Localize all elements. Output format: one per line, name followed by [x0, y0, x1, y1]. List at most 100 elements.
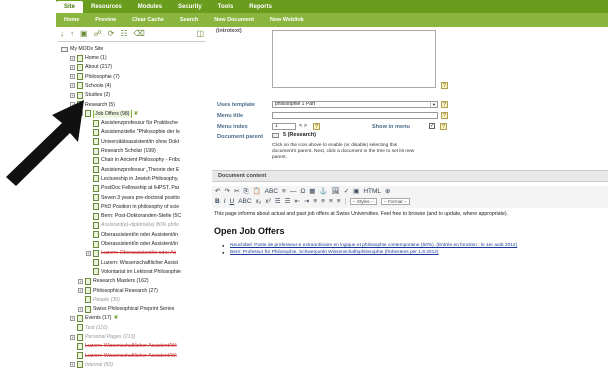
editor-button[interactable]: ≡ [282, 188, 286, 196]
tree-item[interactable]: Seven 3 years pre-doctoral positio [86, 194, 180, 202]
introtext-help-icon[interactable]: ? [441, 82, 448, 89]
job-link-neuchatel[interactable]: Neuchâtel: Poste de professeur-e extraor… [222, 242, 517, 249]
editor-button[interactable]: HTML [363, 188, 381, 196]
format-button[interactable]: ☰ [275, 198, 281, 206]
purge-trash-icon[interactable]: ⌫ [134, 30, 145, 38]
format-button[interactable]: ≡ [313, 198, 317, 206]
expand-node-icon[interactable]: + [78, 288, 83, 293]
sort-tree-icon[interactable]: ☷ [120, 30, 127, 38]
menu-title-help-icon[interactable]: ? [441, 112, 448, 119]
job-link-bern[interactable]: Bern: Professur für Philosophie, Schwerp… [222, 249, 517, 256]
tree-item[interactable]: -Job Offers (98)❦ [78, 109, 139, 118]
expand-node-icon[interactable]: + [70, 83, 75, 89]
menu-title-input[interactable] [272, 112, 438, 119]
tab-reports[interactable]: Reports [241, 1, 280, 13]
tree-item[interactable]: Assistenzstelle "Philosophie der le [86, 128, 180, 136]
tree-item[interactable]: Oberassistent/in oder Assistent/in [86, 231, 178, 239]
tree-item[interactable]: Luzern: Wissenschaftlicher Assistent/Wi [70, 342, 177, 350]
tree-item[interactable]: People (30) [78, 296, 120, 304]
expand-node-icon[interactable]: + [70, 92, 75, 98]
format-button[interactable]: B [215, 198, 220, 206]
subnav-home[interactable]: Home [56, 17, 87, 23]
editor-button[interactable]: ▦ [309, 188, 315, 196]
tree-item[interactable]: + About (217) [70, 63, 112, 71]
tab-site[interactable]: Site [56, 1, 84, 13]
format-select[interactable]: -- Format -- [380, 198, 410, 205]
tree-item[interactable]: Bern: Post-Doktoranden-Stelle (5C [86, 212, 181, 220]
expand-node-icon[interactable]: + [70, 334, 75, 340]
tree-item[interactable]: Test (116) [70, 324, 108, 332]
format-button[interactable]: ≡ [337, 198, 341, 206]
new-folder-icon[interactable]: ▣ [80, 30, 88, 38]
hide-tree-icon[interactable]: ◫ [196, 30, 204, 38]
show-in-menu-checkbox[interactable]: ✓ [429, 123, 435, 129]
template-select[interactable]: philosophie 1 Part ▼ [272, 101, 438, 108]
expand-node-icon[interactable]: + [78, 306, 83, 312]
editor-button[interactable]: ✂ [234, 188, 239, 196]
expand-node-icon[interactable]: + [70, 74, 75, 80]
format-button[interactable]: ⇤ [294, 198, 299, 206]
subnav-clear-cache[interactable]: Clear Cache [124, 17, 172, 23]
format-button[interactable]: ≡ [329, 198, 333, 206]
tree-item[interactable]: + Studies (2) [70, 91, 110, 99]
format-button[interactable]: ☰ [285, 198, 291, 206]
editor-button[interactable]: ABC [265, 188, 278, 196]
new-weblink-icon[interactable]: ☍ [94, 30, 102, 38]
tree-item[interactable]: Assistant(e)-diplômé(e) 80% philo [86, 221, 179, 229]
tab-resources[interactable]: Resources [83, 1, 130, 13]
subnav-search[interactable]: Search [172, 17, 206, 23]
format-button[interactable]: ABC [238, 198, 251, 206]
editor-button[interactable]: ⚓ [319, 188, 327, 196]
expand-node-icon[interactable]: + [70, 55, 75, 61]
format-button[interactable]: I [224, 198, 226, 206]
tree-item[interactable]: Research Scholar (199) [86, 147, 156, 155]
editor-button[interactable]: ⊕ [385, 188, 390, 196]
refresh-tree-icon[interactable]: ⟳ [108, 30, 115, 38]
editor-button[interactable]: 🖼 [331, 188, 339, 196]
expand-node-icon[interactable]: + [70, 315, 75, 321]
subnav-new-document[interactable]: New Document [206, 17, 262, 23]
tree-item[interactable]: + Home (1) [70, 54, 107, 62]
tree-item[interactable]: + Events (17) ❦ [70, 314, 119, 322]
format-button[interactable]: x₂ [256, 198, 262, 206]
tree-item[interactable]: PhD Position in philosophy of scie [86, 203, 179, 211]
editor-button[interactable]: ↶ [215, 188, 220, 196]
tree-item[interactable]: Luzern: Wissenschaftlicher Assist [86, 259, 178, 267]
editor-button[interactable]: ✓ [344, 188, 349, 196]
menu-index-arrows[interactable]: < > [299, 123, 307, 129]
styles-select[interactable]: -- Styles -- [349, 198, 377, 205]
expand-node-icon[interactable]: + [86, 250, 91, 256]
editor-button[interactable]: Ω [300, 188, 305, 196]
tree-item[interactable]: + Schools (4) [70, 82, 111, 90]
tree-item[interactable]: Volontariat im Lektorat Philosophie [86, 268, 181, 276]
format-button[interactable]: ≡ [321, 198, 325, 206]
subnav-new-weblink[interactable]: New Weblink [262, 17, 312, 23]
editor-button[interactable]: ▣ [353, 188, 359, 196]
tree-item[interactable]: Assistenzprofessur „Theorie der E [86, 166, 179, 174]
tree-item[interactable]: + Philosophical Research (27) [78, 287, 158, 295]
format-button[interactable]: x² [265, 198, 270, 206]
tree-item[interactable]: Oberassistent/in oder Assistent/in [86, 240, 178, 248]
tree-item[interactable]: + Internal (50) [70, 361, 113, 369]
tab-tools[interactable]: Tools [210, 1, 242, 13]
format-button[interactable]: U [230, 198, 235, 206]
tab-modules[interactable]: Modules [130, 1, 170, 13]
editor-button[interactable]: ⎘ [243, 188, 248, 196]
tab-security[interactable]: Security [170, 1, 210, 13]
editor-button[interactable]: ↷ [224, 188, 229, 196]
tree-item[interactable]: + Luzern: Oberassistent/in oder As [86, 249, 176, 257]
menu-index-input[interactable]: 1 [272, 123, 296, 130]
tree-item[interactable]: + Swiss Philosophical Preprint Series [78, 305, 174, 313]
expand-tree-icon[interactable]: ↓ [60, 30, 64, 38]
editor-button[interactable]: — [290, 188, 297, 196]
editor-body[interactable]: This page informs about actual and past … [212, 210, 608, 310]
parent-folder-icon[interactable] [272, 132, 279, 138]
expand-node-icon[interactable]: + [70, 64, 75, 70]
introtext-textarea[interactable] [272, 30, 436, 88]
collapse-tree-icon[interactable]: ↑ [70, 30, 74, 38]
menu-index-help-icon[interactable]: ? [313, 123, 320, 130]
tree-item[interactable]: + Research Masters (162) [78, 277, 149, 285]
editor-button[interactable]: 📋 [253, 188, 261, 196]
template-help-icon[interactable]: ? [441, 101, 448, 108]
expand-node-icon[interactable]: + [78, 278, 83, 284]
